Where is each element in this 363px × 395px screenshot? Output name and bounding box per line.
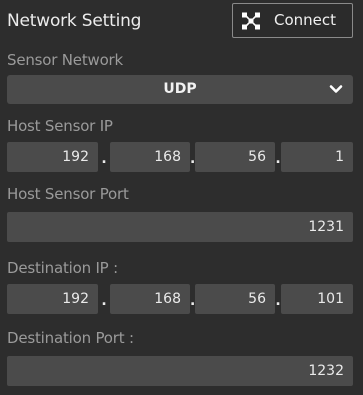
network-nodes-icon	[242, 12, 260, 30]
host-sensor-port-label: Host Sensor Port	[7, 185, 129, 203]
destination-ip-octet-3[interactable]: 56	[195, 284, 275, 314]
connect-button[interactable]: Connect	[232, 3, 353, 38]
destination-port-input[interactable]: 1232	[7, 356, 353, 386]
host-ip-octet-3[interactable]: 56	[195, 142, 275, 172]
destination-ip-octet-2[interactable]: 168	[110, 284, 190, 314]
sensor-network-value: UDP	[163, 81, 197, 97]
host-sensor-ip-label: Host Sensor IP	[7, 117, 113, 135]
destination-ip-label: Destination IP :	[7, 259, 118, 277]
ip-separator: .	[101, 151, 107, 167]
panel-title: Network Setting	[7, 11, 142, 31]
host-ip-octet-2[interactable]: 168	[110, 142, 190, 172]
network-setting-panel: Network Setting Connect Sensor Network U…	[0, 0, 363, 395]
ip-separator: .	[101, 293, 107, 309]
chevron-down-icon	[329, 85, 343, 93]
host-sensor-port-input[interactable]: 1231	[7, 212, 353, 242]
destination-ip-octet-4[interactable]: 101	[281, 284, 353, 314]
sensor-network-label: Sensor Network	[7, 51, 124, 69]
destination-port-label: Destination Port :	[7, 329, 134, 347]
host-ip-octet-4[interactable]: 1	[281, 142, 353, 172]
host-ip-octet-1[interactable]: 192	[7, 142, 98, 172]
destination-ip-octet-1[interactable]: 192	[7, 284, 98, 314]
sensor-network-select[interactable]: UDP	[7, 75, 353, 104]
connect-button-label: Connect	[274, 11, 337, 29]
